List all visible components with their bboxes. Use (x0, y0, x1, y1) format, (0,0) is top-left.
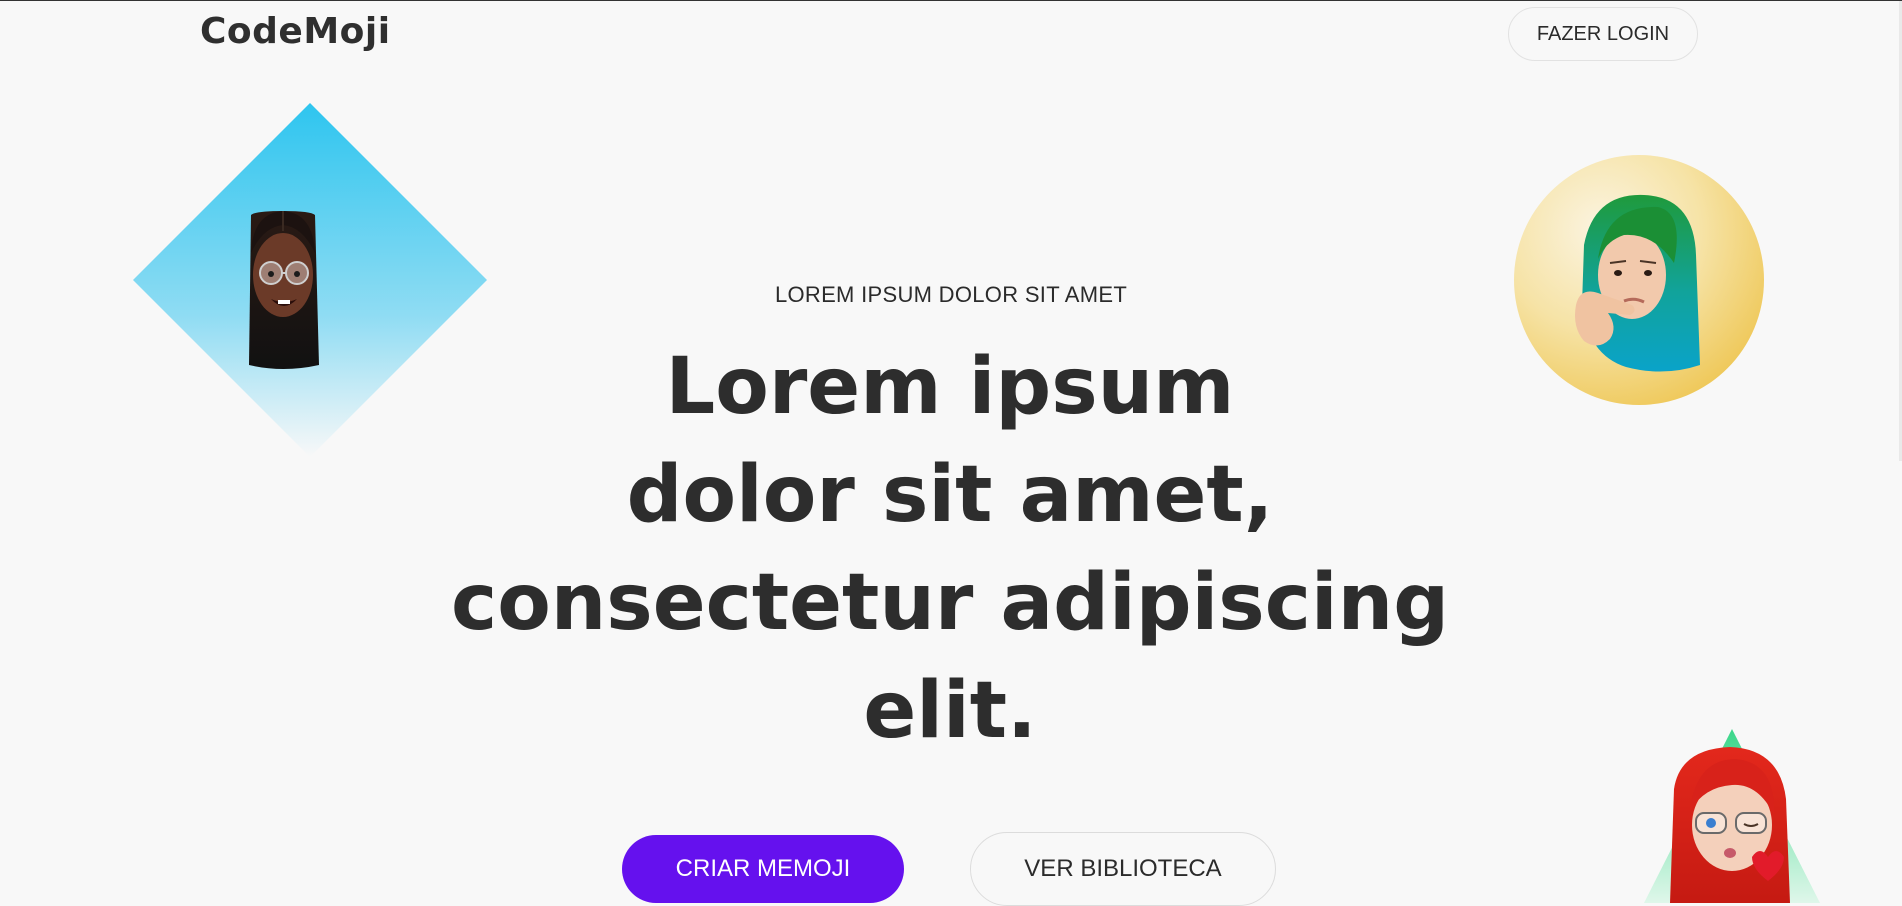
avatar-triangle (1640, 729, 1820, 903)
landing-page: CodeMoji FAZER LOGIN LOREM IPSUM DOLOR S… (0, 1, 1902, 906)
memoji-green-hair-icon (1514, 155, 1764, 405)
brand-logo[interactable]: CodeMoji (200, 11, 391, 52)
view-library-button[interactable]: VER BIBLIOTECA (970, 832, 1276, 906)
create-memoji-button[interactable]: CRIAR MEMOJI (622, 835, 904, 903)
headline-line-4: elit. (863, 666, 1037, 756)
avatar-circle (1514, 155, 1764, 405)
headline-line-3: consectetur adipiscing (450, 558, 1450, 648)
hero-eyebrow: LOREM IPSUM DOLOR SIT AMET (774, 282, 1128, 307)
login-button[interactable]: FAZER LOGIN (1508, 7, 1698, 61)
headline-line-1: Lorem ipsum (665, 342, 1235, 432)
memoji-red-hair-icon (1644, 729, 1820, 903)
headline-line-2: dolor sit amet, (626, 450, 1274, 540)
hero-headline: Lorem ipsum dolor sit amet, consectetur … (430, 333, 1470, 765)
